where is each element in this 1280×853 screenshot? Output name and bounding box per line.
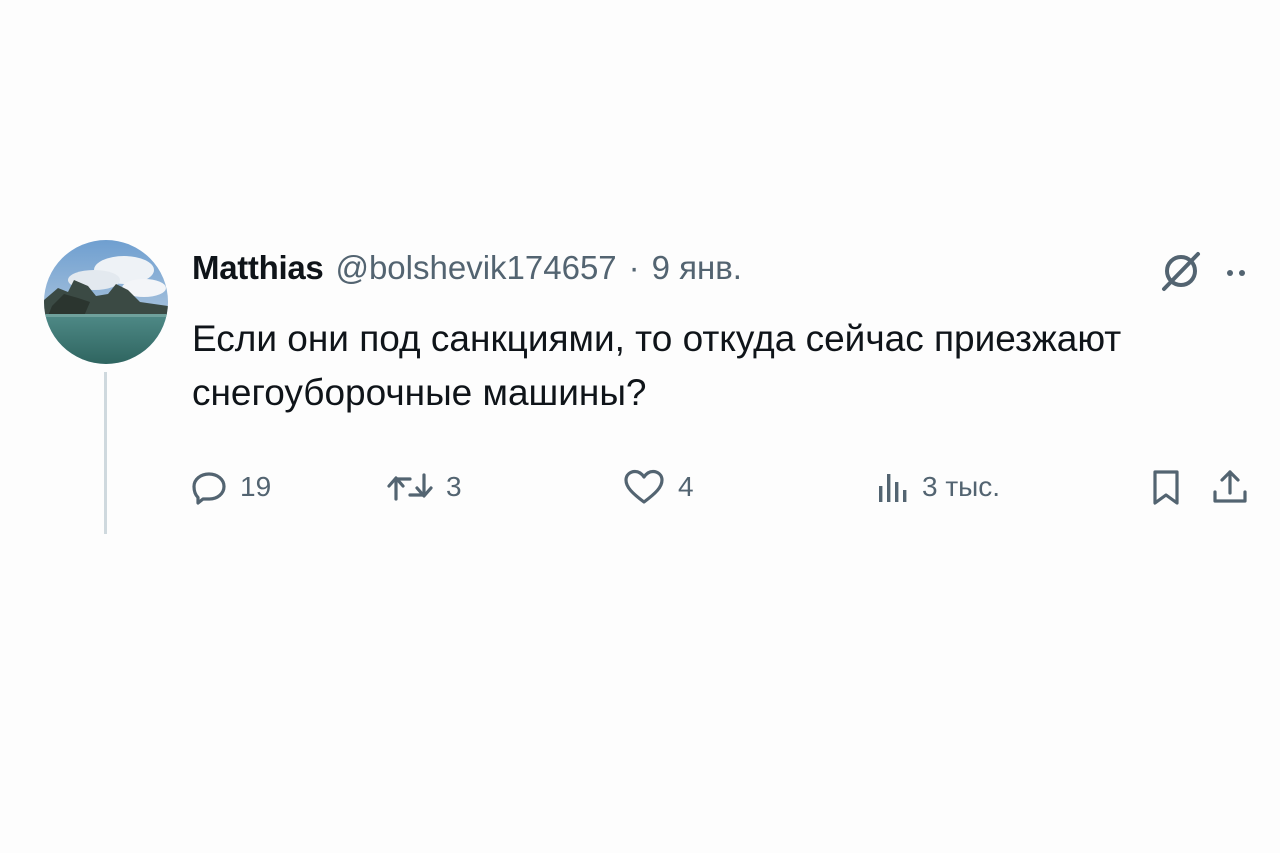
more-icon[interactable] xyxy=(1222,256,1258,286)
reply-icon xyxy=(192,472,226,505)
share-button[interactable] xyxy=(1210,464,1250,510)
retweet-icon xyxy=(387,473,433,501)
user-handle[interactable]: @bolshevik174657 xyxy=(335,249,616,287)
avatar[interactable] xyxy=(44,240,168,364)
reply-count: 19 xyxy=(240,471,272,502)
bookmark-button[interactable] xyxy=(1148,464,1184,510)
views-icon xyxy=(879,474,907,502)
tweet-header: Matthias @bolshevik174657 · 9 янв. xyxy=(192,246,742,290)
share-icon xyxy=(1213,470,1247,503)
tweet-actions: 19 3 4 3 тыс. xyxy=(0,464,1280,510)
tweet-date[interactable]: 9 янв. xyxy=(652,249,742,287)
like-button[interactable]: 4 xyxy=(622,464,694,510)
views-count: 3 тыс. xyxy=(922,471,1001,502)
display-name[interactable]: Matthias xyxy=(192,249,324,287)
tweet-text: Если они под санкциями, то откуда сейчас… xyxy=(192,318,1122,413)
retweet-button[interactable]: 3 xyxy=(386,464,462,510)
avatar-landscape-photo xyxy=(44,240,168,364)
bookmark-icon xyxy=(1153,470,1179,505)
like-count: 4 xyxy=(678,471,694,502)
header-separator: · xyxy=(628,249,640,286)
views-button[interactable]: 3 тыс. xyxy=(876,464,1000,510)
reply-button[interactable]: 19 xyxy=(190,464,271,510)
grok-icon[interactable] xyxy=(1158,248,1204,294)
retweet-count: 3 xyxy=(446,471,462,502)
heart-icon xyxy=(624,469,664,504)
tweet-page: Matthias @bolshevik174657 · 9 янв. Если … xyxy=(0,0,1280,853)
